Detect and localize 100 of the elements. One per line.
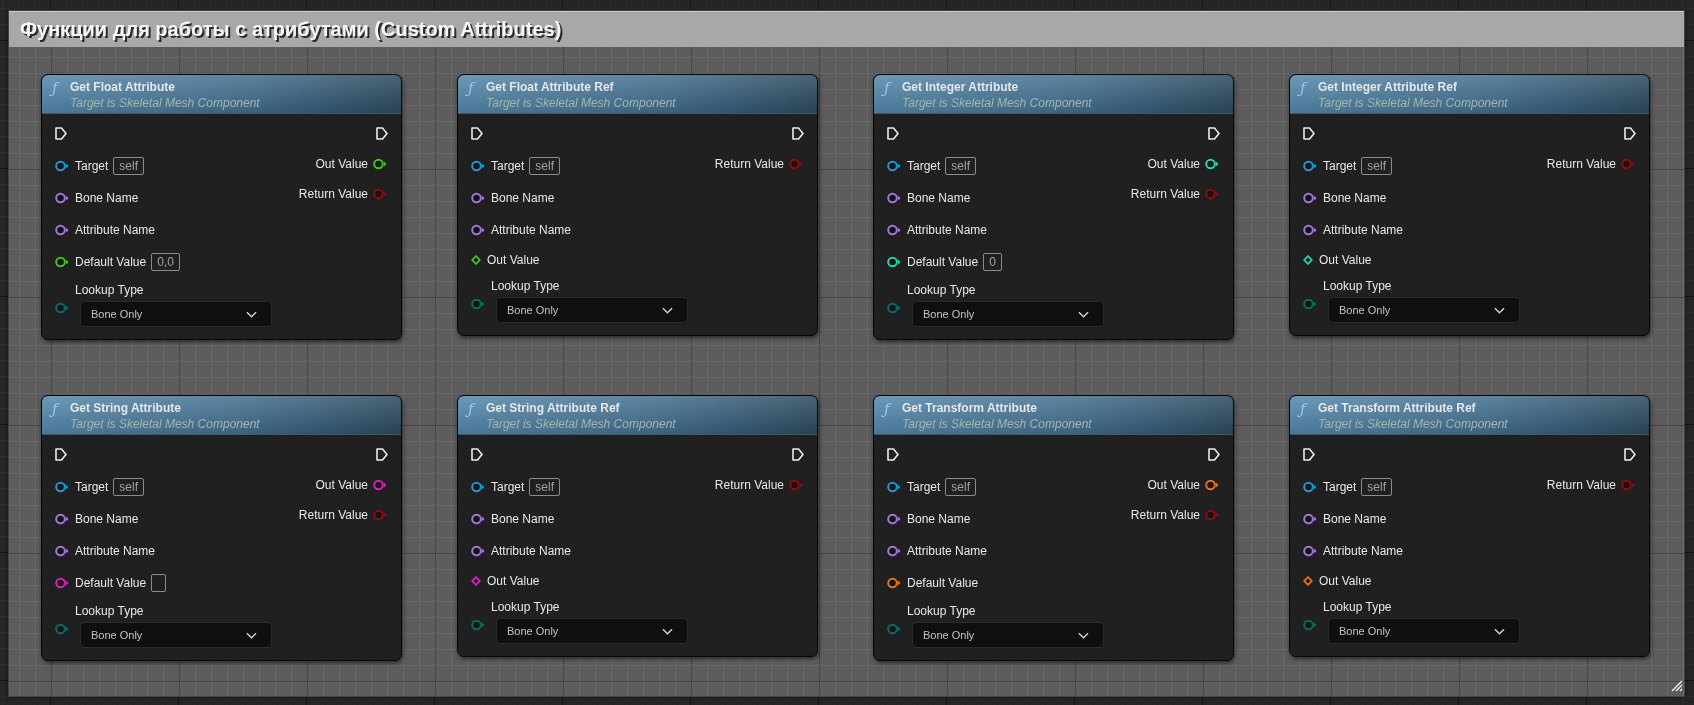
exec-input-pin-icon[interactable] (55, 126, 67, 140)
value-field[interactable]: 0,0 (151, 253, 180, 271)
input-pin-icon[interactable] (887, 302, 901, 314)
lookup-dropdown[interactable]: Bone Only (1328, 297, 1520, 323)
output-pin-icon[interactable] (1205, 158, 1219, 170)
node-title: Get Transform Attribute (902, 400, 1038, 416)
input-pin-icon[interactable] (55, 224, 69, 236)
input-pin-icon[interactable] (1303, 545, 1317, 557)
input-pin-icon[interactable] (55, 160, 69, 172)
lookup-dropdown[interactable]: Bone Only (496, 297, 688, 323)
value-field[interactable]: self (529, 478, 561, 496)
diamond-pin-icon[interactable] (1303, 576, 1313, 586)
pin-label: Out Value (487, 253, 540, 267)
lookup-dropdown[interactable]: Bone Only (912, 301, 1104, 327)
input-pin-icon[interactable] (55, 256, 69, 268)
diamond-pin-icon[interactable] (1303, 255, 1313, 265)
value-field[interactable]: self (945, 157, 977, 175)
value-field[interactable]: self (113, 157, 145, 175)
chevron-down-icon (1078, 631, 1089, 639)
output-pin-icon[interactable] (373, 479, 387, 491)
node-title: Get Float Attribute Ref (486, 79, 615, 95)
input-pin-icon[interactable] (471, 298, 485, 310)
value-field[interactable]: self (945, 478, 977, 496)
exec-input-pin-icon[interactable] (471, 447, 483, 461)
value-field[interactable]: self (113, 478, 145, 496)
exec-input-pin-icon[interactable] (1303, 447, 1315, 461)
pin-label: Target (491, 480, 525, 494)
resize-grip-icon[interactable] (1671, 679, 1683, 692)
exec-input-pin-icon[interactable] (55, 447, 67, 461)
input-pin-icon[interactable] (1303, 481, 1317, 493)
input-pin-icon[interactable] (55, 513, 69, 525)
pin-label: Lookup Type (907, 604, 977, 618)
pin-label: Target (907, 480, 941, 494)
value-field[interactable]: 0 (983, 253, 1002, 271)
input-pin-icon[interactable] (55, 545, 69, 557)
input-pin-icon[interactable] (55, 302, 69, 314)
input-pin-icon[interactable] (471, 513, 485, 525)
input-pin-icon[interactable] (1303, 619, 1317, 631)
exec-output-pin-icon[interactable] (1624, 126, 1636, 140)
input-pin-icon[interactable] (471, 619, 485, 631)
input-pin-icon[interactable] (1303, 513, 1317, 525)
lookup-dropdown[interactable]: Bone Only (80, 622, 272, 648)
input-pin-icon[interactable] (55, 623, 69, 635)
exec-output-pin-icon[interactable] (1208, 447, 1220, 461)
pin-label: Return Value (298, 508, 368, 522)
exec-output-pin-icon[interactable] (376, 126, 388, 140)
input-pin-icon[interactable] (1303, 192, 1317, 204)
value-field[interactable] (151, 574, 167, 592)
input-pin-icon[interactable] (1303, 160, 1317, 172)
exec-input-pin-icon[interactable] (1303, 126, 1315, 140)
output-pin-icon[interactable] (1205, 479, 1219, 491)
value-field[interactable]: self (1361, 478, 1393, 496)
input-pin-icon[interactable] (471, 545, 485, 557)
pin-label: Bone Name (75, 191, 139, 205)
diamond-pin-icon[interactable] (471, 255, 481, 265)
input-pin-icon[interactable] (887, 513, 901, 525)
pin-label: Out Value (315, 478, 368, 492)
input-pin-icon[interactable] (1303, 224, 1317, 236)
input-pin-icon[interactable] (471, 224, 485, 236)
chevron-down-icon (1494, 627, 1505, 635)
input-pin-icon[interactable] (887, 545, 901, 557)
output-pin-icon[interactable] (373, 158, 387, 170)
input-pin-icon[interactable] (55, 192, 69, 204)
input-pin-icon[interactable] (887, 577, 901, 589)
node-header[interactable]: ƒ Get Transform Attribute Ref Target is Skeletal Mesh Component (1290, 396, 1649, 435)
lookup-dropdown[interactable]: Bone Only (80, 301, 272, 327)
exec-output-pin-icon[interactable] (792, 126, 804, 140)
exec-output-pin-icon[interactable] (1208, 126, 1220, 140)
pin-label: Return Value (1130, 508, 1200, 522)
input-pin-icon[interactable] (887, 623, 901, 635)
diamond-pin-icon[interactable] (471, 576, 481, 586)
chevron-down-icon (246, 310, 257, 318)
input-pin-icon[interactable] (887, 256, 901, 268)
exec-output-pin-icon[interactable] (376, 447, 388, 461)
value-field[interactable]: self (1361, 157, 1393, 175)
pin-label: Lookup Type (491, 600, 561, 614)
pin-label: Bone Name (491, 191, 555, 205)
exec-output-pin-icon[interactable] (792, 447, 804, 461)
pin-label: Attribute Name (907, 223, 988, 237)
lookup-dropdown[interactable]: Bone Only (1328, 618, 1520, 644)
exec-output-pin-icon[interactable] (1624, 447, 1636, 461)
input-pin-icon[interactable] (887, 481, 901, 493)
lookup-dropdown[interactable]: Bone Only (496, 618, 688, 644)
pin-label: Target (75, 159, 109, 173)
input-pin-icon[interactable] (471, 160, 485, 172)
lookup-dropdown[interactable]: Bone Only (912, 622, 1104, 648)
input-pin-icon[interactable] (1303, 298, 1317, 310)
input-pin-icon[interactable] (55, 481, 69, 493)
exec-input-pin-icon[interactable] (471, 126, 483, 140)
input-pin-icon[interactable] (55, 577, 69, 589)
exec-input-pin-icon[interactable] (887, 447, 899, 461)
exec-input-pin-icon[interactable] (887, 126, 899, 140)
input-pin-icon[interactable] (471, 481, 485, 493)
pin-label: Attribute Name (491, 223, 572, 237)
input-pin-icon[interactable] (887, 192, 901, 204)
input-pin-icon[interactable] (887, 160, 901, 172)
input-pin-icon[interactable] (887, 224, 901, 236)
value-field[interactable]: self (529, 157, 561, 175)
pin-label: Lookup Type (75, 604, 145, 618)
input-pin-icon[interactable] (471, 192, 485, 204)
